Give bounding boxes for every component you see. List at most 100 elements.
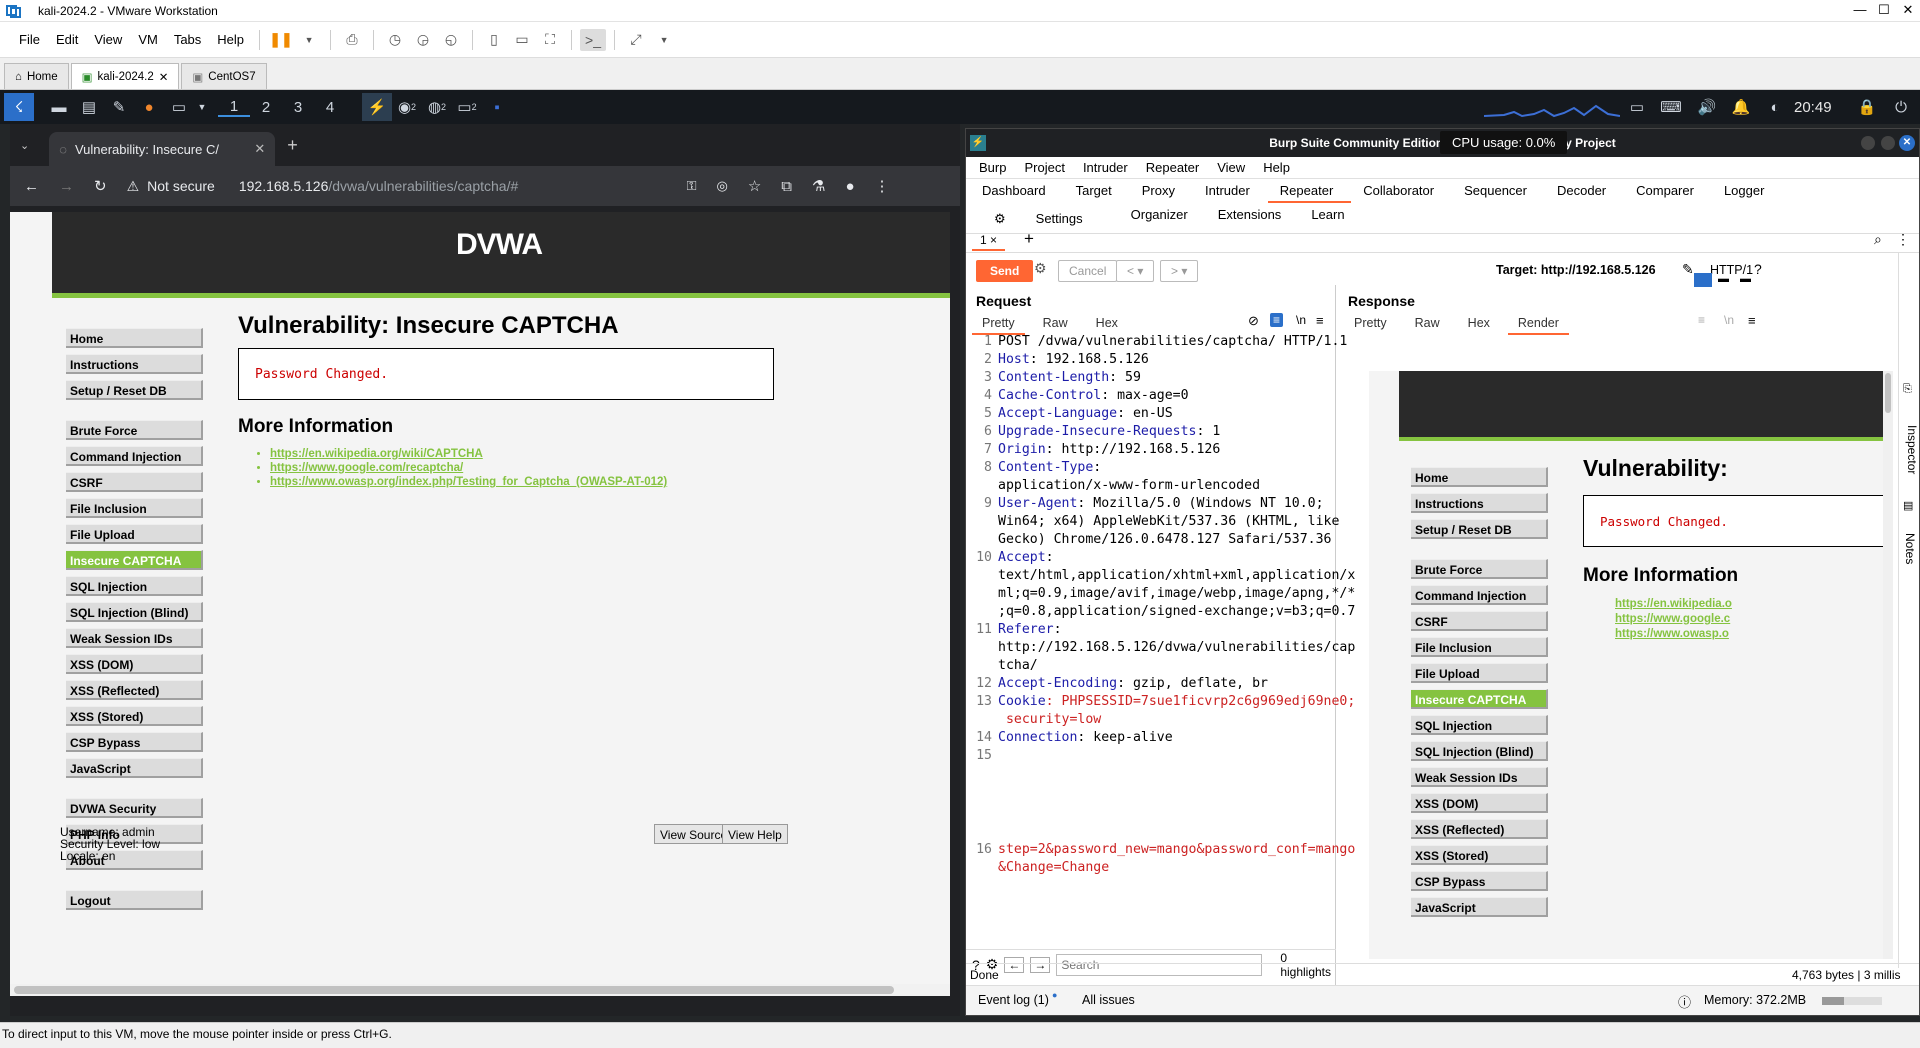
menu-project[interactable]: Project <box>1015 160 1073 175</box>
app-task-icon[interactable]: ◍ 2 <box>422 93 452 121</box>
menu-sql-injection[interactable]: SQL Injection <box>66 576 203 596</box>
event-log-button[interactable]: Event log (1) <box>978 993 1049 1007</box>
profile-icon[interactable]: ● <box>845 178 854 195</box>
horizontal-scrollbar[interactable] <box>10 984 950 996</box>
star-icon[interactable]: ☆ <box>748 177 761 195</box>
menu-tabs[interactable]: Tabs <box>167 32 208 47</box>
menu-repeater[interactable]: Repeater <box>1137 160 1208 175</box>
request-body[interactable]: 16 step=2&password_new=mango&password_co… <box>970 841 1355 881</box>
menu-sql-injection-blind[interactable]: SQL Injection (Blind) <box>66 602 203 622</box>
close-icon[interactable]: ✕ <box>159 70 169 84</box>
menu-icon[interactable]: ≡ <box>1316 313 1324 328</box>
notes-tab[interactable]: Notes <box>1903 533 1917 583</box>
send-keys-icon[interactable]: ⎙ <box>339 29 365 51</box>
response-tab-render[interactable]: Render <box>1507 313 1569 335</box>
menu-burp[interactable]: Burp <box>970 160 1015 175</box>
chevron-down-icon[interactable]: ▼ <box>651 29 677 51</box>
view-help-button[interactable]: View Help <box>722 824 788 844</box>
tab-kali[interactable]: ▣ kali-2024.2 ✕ <box>70 63 180 89</box>
menu-insecure-captcha[interactable]: Insecure CAPTCHA <box>66 550 203 570</box>
tab-home[interactable]: ⌂ Home <box>4 63 69 89</box>
kebab-menu-icon[interactable]: ⋮ <box>875 177 890 195</box>
menu-vm[interactable]: VM <box>131 32 165 47</box>
window-task-icon[interactable]: ▪ <box>482 93 512 121</box>
tab-logger[interactable]: Logger <box>1712 179 1782 203</box>
volume-icon[interactable]: 🔊 <box>1692 93 1722 121</box>
chevron-down-icon[interactable]: ▼ <box>296 29 322 51</box>
help-icon[interactable]: ? <box>1754 261 1762 277</box>
burp-task-icon[interactable]: ⚡ <box>362 93 392 121</box>
eye-off-icon[interactable]: ⊘ <box>1248 313 1259 329</box>
fullscreen-icon[interactable]: ⛶ <box>537 29 563 51</box>
menu-command-injection[interactable]: Command Injection <box>66 446 203 466</box>
power-status-icon[interactable]: ◐ <box>1760 93 1790 121</box>
next-icon[interactable]: > ▾ <box>1160 260 1199 282</box>
tab-comparer[interactable]: Comparer <box>1624 179 1712 203</box>
back-icon[interactable]: ← <box>24 178 39 195</box>
display-icon[interactable]: ▭ <box>1622 93 1652 121</box>
close-button[interactable]: ✕ <box>1894 2 1920 18</box>
menu-intruder[interactable]: Intruder <box>1074 160 1137 175</box>
show-desktop-icon[interactable]: ▬ <box>44 93 74 121</box>
inspector-tab[interactable]: Inspector <box>1905 425 1919 495</box>
text-editor-icon[interactable]: ✎ <box>104 93 134 121</box>
menu-dvwa-security[interactable]: DVWA Security <box>66 798 203 818</box>
library-icon[interactable]: ▯ <box>481 29 507 51</box>
stretch-icon[interactable]: ⤢ <box>623 29 649 51</box>
layout-single-icon[interactable]: ▬ <box>1740 273 1751 285</box>
menu-logout[interactable]: Logout <box>66 890 203 910</box>
menu-javascript[interactable]: JavaScript <box>66 758 203 778</box>
repeater-tab-1[interactable]: 1 × <box>972 231 1006 251</box>
newline-icon[interactable]: \n <box>1296 313 1306 327</box>
wrap-icon[interactable]: ≡ <box>1698 313 1705 327</box>
menu-icon[interactable]: ≡ <box>1748 313 1756 328</box>
cancel-button[interactable]: Cancel <box>1058 260 1118 282</box>
menu-instructions[interactable]: Instructions <box>66 354 203 374</box>
lock-icon[interactable]: 🔒 <box>1852 93 1882 121</box>
kali-menu-icon[interactable]: ☇ <box>4 93 34 121</box>
menu-help[interactable]: Help <box>210 32 251 47</box>
menu-file-inclusion[interactable]: File Inclusion <box>66 498 203 518</box>
menu-xss-stored[interactable]: XSS (Stored) <box>66 706 203 726</box>
snapshot-icon[interactable]: ◷ <box>382 29 408 51</box>
tab-proxy[interactable]: Proxy <box>1130 179 1193 203</box>
request-tab-pretty[interactable]: Pretty <box>972 313 1025 335</box>
edit-target-icon[interactable]: ✎ <box>1682 261 1694 278</box>
add-tab-icon[interactable]: + <box>1024 229 1034 249</box>
newline-icon[interactable]: \n <box>1724 313 1734 327</box>
close-button[interactable]: ✕ <box>1899 135 1915 151</box>
menu-csp-bypass[interactable]: CSP Bypass <box>66 732 203 752</box>
tab-repeater[interactable]: Repeater <box>1267 179 1352 203</box>
extensions-icon[interactable]: ⧉ <box>781 178 792 195</box>
gear-icon[interactable]: ⚙ <box>1034 260 1047 277</box>
link-owasp[interactable]: https://www.owasp.org/index.php/Testing_… <box>270 476 774 488</box>
workspace-2[interactable]: 2 <box>250 99 282 116</box>
menu-home[interactable]: Home <box>66 328 203 348</box>
workspace-3[interactable]: 3 <box>282 99 314 116</box>
reload-icon[interactable]: ↻ <box>94 177 107 195</box>
menu-csrf[interactable]: CSRF <box>66 472 203 492</box>
tab-dashboard[interactable]: Dashboard <box>970 179 1064 203</box>
new-tab-icon[interactable]: + <box>287 135 298 156</box>
power-icon[interactable]: ⏻ <box>1886 93 1916 121</box>
wrap-icon[interactable]: ≡ <box>1270 313 1284 327</box>
response-tab-hex[interactable]: Hex <box>1458 313 1500 335</box>
layout-horizontal-icon[interactable]: ▬ <box>1718 273 1729 285</box>
file-manager-icon[interactable]: ▤ <box>74 93 104 121</box>
console-icon[interactable]: >_ <box>580 28 607 51</box>
pause-icon[interactable]: ❚❚ <box>268 29 294 51</box>
labs-icon[interactable]: ⚗ <box>812 177 825 195</box>
snapshot-manager-icon[interactable]: ◵ <box>438 29 464 51</box>
eye-off-icon[interactable]: ◎ <box>716 178 727 194</box>
address-bar[interactable]: ⚠ Not secure 192.168.5.126/dvwa/vulnerab… <box>127 178 667 195</box>
menu-brute-force[interactable]: Brute Force <box>66 420 203 440</box>
bell-icon[interactable]: 🔔 <box>1726 93 1756 121</box>
menu-edit[interactable]: Edit <box>49 32 85 47</box>
workspace-1[interactable]: 1 <box>218 98 250 117</box>
menu-file-upload[interactable]: File Upload <box>66 524 203 544</box>
layout-split-icon[interactable] <box>1694 273 1712 287</box>
all-issues-button[interactable]: All issues <box>1082 993 1135 1007</box>
chevron-down-icon[interactable]: ⌄ <box>20 139 29 152</box>
previous-icon[interactable]: < ▾ <box>1116 260 1155 282</box>
revert-snapshot-icon[interactable]: ◶ <box>410 29 436 51</box>
